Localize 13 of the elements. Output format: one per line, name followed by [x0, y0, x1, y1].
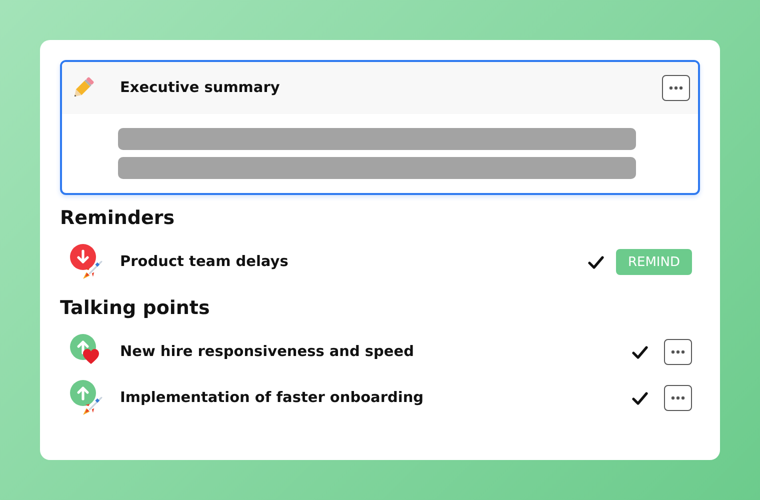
more-icon: [671, 396, 685, 400]
item-title: Implementation of faster onboarding: [120, 390, 425, 406]
item-title: Product team delays: [120, 254, 290, 270]
more-icon: [669, 86, 683, 90]
item-title: New hire responsiveness and speed: [120, 344, 415, 360]
remind-button[interactable]: REMIND: [616, 249, 692, 275]
summary-title: Executive summary: [120, 80, 281, 96]
section-heading: Reminders: [60, 207, 176, 229]
more-button[interactable]: [664, 385, 692, 411]
more-icon: [671, 350, 685, 354]
section-heading: Talking points: [60, 297, 211, 319]
more-button[interactable]: [662, 75, 690, 101]
more-button[interactable]: [664, 339, 692, 365]
